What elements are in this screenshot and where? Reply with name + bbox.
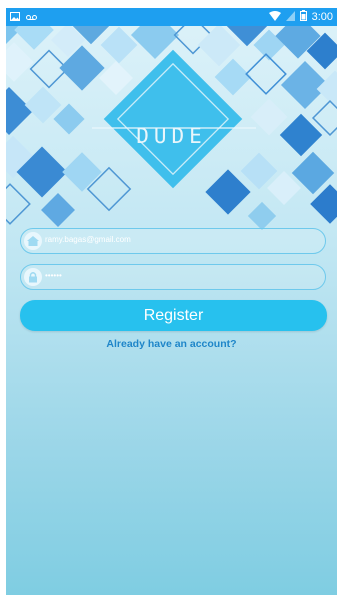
signal-icon	[285, 8, 295, 26]
password-field[interactable]: ••••••	[20, 264, 326, 290]
hero-banner: DUDE	[6, 26, 337, 238]
battery-icon	[299, 8, 307, 26]
password-value[interactable]: ••••••	[45, 271, 62, 280]
home-icon	[24, 232, 42, 250]
status-bar: 3:00	[6, 8, 337, 26]
clock-time: 3:00	[311, 11, 333, 23]
app-logo: DUDE	[136, 124, 207, 148]
wifi-icon	[268, 8, 281, 26]
image-icon	[10, 8, 20, 26]
login-link[interactable]: Already have an account?	[6, 338, 337, 350]
email-field[interactable]: ramy.bagas@gmail.com	[20, 228, 326, 254]
voicemail-icon	[26, 8, 37, 26]
email-value[interactable]: ramy.bagas@gmail.com	[45, 235, 131, 244]
lock-icon	[24, 268, 42, 286]
app-screen: 3:00 DUDE ramy.bagas@gmail.com •••••• Re…	[6, 8, 337, 595]
register-button[interactable]: Register	[20, 300, 327, 331]
